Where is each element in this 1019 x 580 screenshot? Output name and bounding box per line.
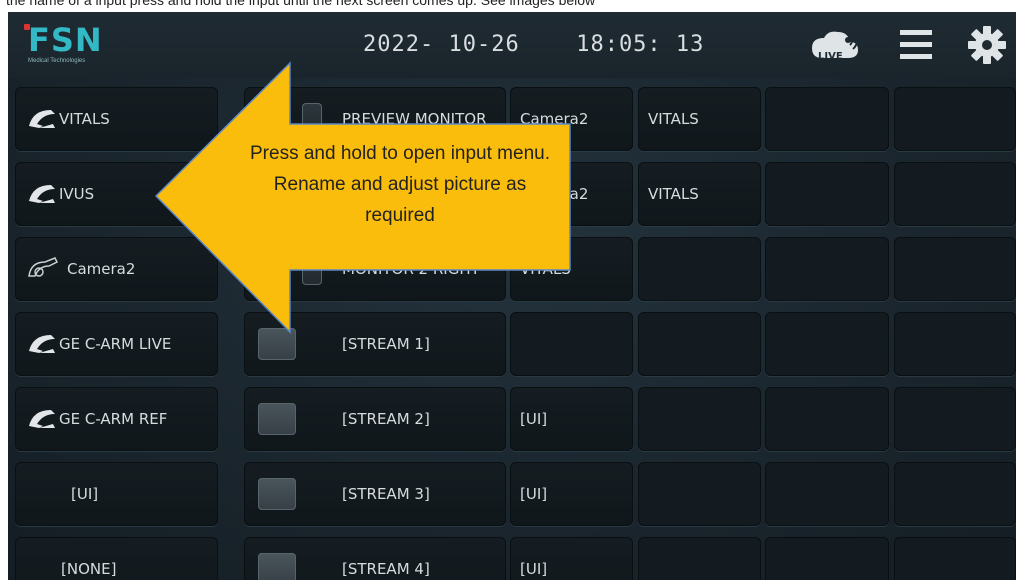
stream-tile-1[interactable]: [STREAM 1] xyxy=(244,312,506,376)
stream-thumbnail xyxy=(258,478,296,510)
route-cell-c5-r4[interactable] xyxy=(765,312,889,376)
gear-icon xyxy=(968,26,1006,64)
route-cell-c5-r1[interactable] xyxy=(765,87,889,151)
input-label: GE C-ARM REF xyxy=(59,410,168,428)
c-arm-icon xyxy=(29,335,55,353)
stream-tile-3[interactable]: [STREAM 3] xyxy=(244,462,506,526)
route-label: VITALS xyxy=(648,110,699,128)
date-time-display: 2022- 10-26 18:05: 13 xyxy=(363,30,703,60)
input-label: Camera2 xyxy=(67,260,136,278)
monitor-thumbnail xyxy=(302,253,322,285)
c-arm-icon xyxy=(29,410,55,428)
route-cell-c6-r7[interactable] xyxy=(894,537,1016,580)
c-arm-icon xyxy=(29,110,55,128)
route-cell-c6-r5[interactable] xyxy=(894,387,1016,451)
live-label: LIVE xyxy=(818,51,843,62)
route-cell-c5-r2[interactable] xyxy=(765,162,889,226)
route-label: VITALS xyxy=(648,185,699,203)
route-cell-c5-r6[interactable] xyxy=(765,462,889,526)
stream-tile-4[interactable]: [STREAM 4] xyxy=(244,537,506,580)
route-label: [UI] xyxy=(520,410,548,428)
menu-button[interactable] xyxy=(898,26,934,64)
input-tile-vitals[interactable]: VITALS xyxy=(15,87,218,151)
monitor-label: MONITOR 2 RIGHT xyxy=(342,260,480,278)
stream-thumbnail xyxy=(258,553,296,580)
input-tile-ivus[interactable]: IVUS xyxy=(15,162,218,226)
route-cell-c3-r4[interactable] xyxy=(510,312,633,376)
camera-icon xyxy=(28,257,59,277)
route-cell-c6-r3[interactable] xyxy=(894,237,1016,301)
route-cell-c4-r2[interactable]: VITALS xyxy=(638,162,761,226)
live-stream-button[interactable]: LIVE xyxy=(808,24,864,66)
time-text: 18:05: 13 xyxy=(576,32,705,57)
top-bar: FSN Medical Technologies 2022- 10-26 18:… xyxy=(8,12,1016,78)
route-label: VITALS xyxy=(520,260,571,278)
route-cell-c5-r5[interactable] xyxy=(765,387,889,451)
route-cell-c4-r3[interactable] xyxy=(638,237,761,301)
stream-thumbnail xyxy=(258,403,296,435)
route-cell-c4-r6[interactable] xyxy=(638,462,761,526)
stream-thumbnail xyxy=(258,328,296,360)
brand-logo: FSN Medical Technologies xyxy=(22,18,122,70)
input-tile-camera2[interactable]: Camera2 xyxy=(15,237,218,301)
route-cell-c6-r2[interactable] xyxy=(894,162,1016,226)
route-cell-c4-r7[interactable] xyxy=(638,537,761,580)
live-broadcast-icon: LIVE xyxy=(812,30,859,62)
route-cell-c4-r5[interactable] xyxy=(638,387,761,451)
route-cell-c3-r6[interactable]: [UI] xyxy=(510,462,633,526)
input-label: IVUS xyxy=(59,185,95,203)
stream-label: [STREAM 1] xyxy=(342,335,430,353)
route-cell-c3-r3[interactable]: VITALS xyxy=(510,237,633,301)
c-arm-icon xyxy=(29,185,55,203)
route-label: [UI] xyxy=(520,485,548,503)
settings-button[interactable] xyxy=(966,24,1008,66)
callout-text: Press and hold to open input menu. Renam… xyxy=(250,143,550,226)
input-label: GE C-ARM LIVE xyxy=(59,335,172,353)
monitor-tile-right[interactable]: MONITOR 2 RIGHT xyxy=(244,237,506,301)
stream-label: [STREAM 3] xyxy=(342,485,430,503)
route-cell-c4-r4[interactable] xyxy=(638,312,761,376)
monitor-thumbnail xyxy=(302,103,322,135)
route-cell-c4-r1[interactable]: VITALS xyxy=(638,87,761,151)
stream-tile-2[interactable]: [STREAM 2] xyxy=(244,387,506,451)
route-cell-c3-r5[interactable]: [UI] xyxy=(510,387,633,451)
input-tile-ui[interactable]: [UI] xyxy=(15,462,218,526)
router-screen: FSN Medical Technologies 2022- 10-26 18:… xyxy=(8,12,1016,580)
input-tile-ge-c-arm-live[interactable]: GE C-ARM LIVE xyxy=(15,312,218,376)
input-tile-ge-c-arm-ref[interactable]: GE C-ARM REF xyxy=(15,387,218,451)
route-cell-c5-r7[interactable] xyxy=(765,537,889,580)
stream-label: [STREAM 4] xyxy=(342,560,430,578)
date-text: 2022- 10-26 xyxy=(363,32,520,57)
brand-subtitle: Medical Technologies xyxy=(28,58,86,64)
input-tile-none[interactable]: [NONE] xyxy=(15,537,218,580)
brand-name: FSN xyxy=(28,21,103,59)
route-cell-c6-r4[interactable] xyxy=(894,312,1016,376)
route-cell-c3-r7[interactable]: [UI] xyxy=(510,537,633,580)
route-cell-c6-r1[interactable] xyxy=(894,87,1016,151)
route-cell-c6-r6[interactable] xyxy=(894,462,1016,526)
stream-label: [STREAM 2] xyxy=(342,410,430,428)
route-label: [UI] xyxy=(520,560,548,578)
hamburger-menu-icon xyxy=(900,30,932,59)
input-label: VITALS xyxy=(59,110,110,128)
input-label: [UI] xyxy=(71,485,99,503)
caption-text: the name of a input press and hold the i… xyxy=(6,0,596,8)
input-label: [NONE] xyxy=(61,560,117,578)
route-cell-c5-r3[interactable] xyxy=(765,237,889,301)
